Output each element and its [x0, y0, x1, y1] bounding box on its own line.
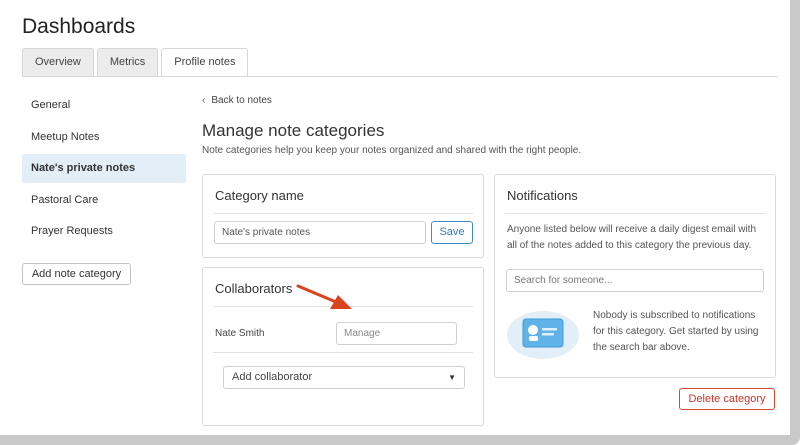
notifications-description-line-2: all of the notes added to this category …: [507, 240, 752, 251]
card-divider: [505, 213, 765, 214]
notifications-description: Anyone listed below will receive a daily…: [507, 222, 756, 254]
category-name-card: Category name Nate's private notes Save: [202, 174, 484, 258]
page-title: Dashboards: [22, 15, 136, 38]
main-description: Note categories help you keep your notes…: [202, 145, 582, 156]
chevron-left-icon: ‹: [202, 95, 206, 106]
sidebar-item-prayer-requests[interactable]: Prayer Requests: [22, 217, 186, 246]
back-to-notes-link[interactable]: ‹ Back to notes: [202, 95, 272, 106]
notifications-empty-state: Nobody is subscribed to notifications fo…: [593, 308, 758, 356]
empty-state-line-2: for this category. Get started by using: [593, 326, 759, 337]
card-divider: [213, 213, 473, 214]
caret-down-icon: ▼: [448, 373, 456, 382]
add-collaborator-label: Add collaborator: [232, 371, 313, 383]
tab-bar: Overview Metrics Profile notes: [22, 48, 249, 77]
tab-metrics[interactable]: Metrics: [96, 48, 159, 76]
card-divider: [213, 306, 473, 307]
contact-card-illustration: [507, 311, 579, 359]
tabs-divider: [22, 76, 778, 77]
sidebar-item-meetup-notes[interactable]: Meetup Notes: [22, 123, 186, 152]
notifications-description-line-1: Anyone listed below will receive a daily…: [507, 224, 757, 235]
card-divider: [213, 352, 473, 353]
delete-category-button[interactable]: Delete category: [679, 388, 775, 410]
notifications-title: Notifications: [507, 188, 578, 203]
category-name-title: Category name: [215, 188, 304, 203]
collaborators-card: Collaborators Nate Smith Manage Add coll…: [202, 267, 484, 426]
add-note-category-button[interactable]: Add note category: [22, 263, 131, 285]
save-button[interactable]: Save: [431, 221, 473, 244]
add-collaborator-select[interactable]: Add collaborator ▼: [223, 366, 465, 389]
collaborator-name: Nate Smith: [215, 328, 265, 339]
sidebar-item-general[interactable]: General: [22, 91, 186, 120]
sidebar-item-pastoral-care[interactable]: Pastoral Care: [22, 186, 186, 215]
empty-state-line-3: the search bar above.: [593, 342, 690, 353]
collaborators-title: Collaborators: [215, 281, 293, 296]
tab-profile-notes[interactable]: Profile notes: [161, 48, 249, 77]
search-subscriber-input[interactable]: Search for someone...: [506, 269, 764, 292]
back-link-label: Back to notes: [211, 95, 272, 106]
category-name-input[interactable]: Nate's private notes: [214, 221, 426, 244]
notifications-card: Notifications Anyone listed below will r…: [494, 174, 776, 378]
empty-state-line-1: Nobody is subscribed to notifications: [593, 310, 756, 321]
sidebar-item-nates-private-notes[interactable]: Nate's private notes: [22, 154, 186, 183]
main-title: Manage note categories: [202, 121, 385, 140]
sidebar: General Meetup Notes Nate's private note…: [22, 91, 186, 249]
tab-overview[interactable]: Overview: [22, 48, 94, 76]
manage-collaborator-field[interactable]: Manage: [336, 322, 457, 345]
